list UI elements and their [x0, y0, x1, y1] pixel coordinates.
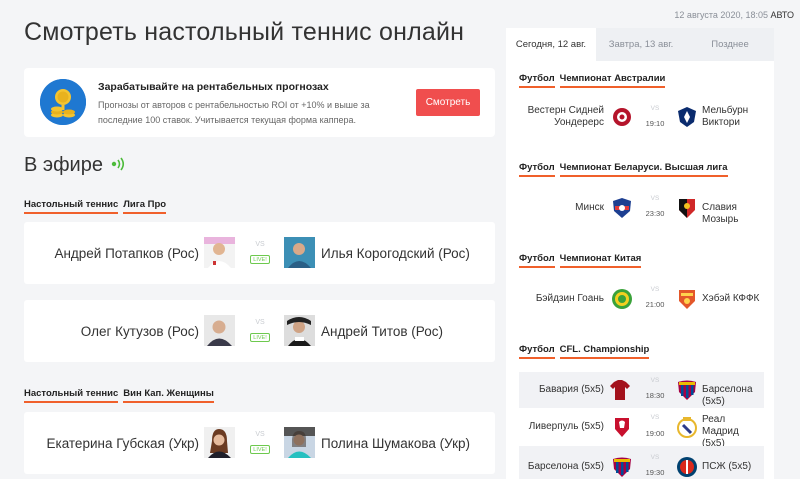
away-team-name[interactable]: Славия Мозырь	[702, 202, 764, 226]
coins-trophy-icon	[40, 79, 86, 125]
tab-tomorrow[interactable]: Завтра, 13 авг.	[596, 28, 686, 61]
live-category-2: Настольный теннис Вин Кап. Женщины	[24, 388, 219, 403]
vs-label: VS	[255, 241, 265, 248]
player-left-name[interactable]: Екатерина Губская (Укр)	[46, 436, 199, 451]
live-badge: LIVE!	[250, 255, 270, 264]
category-sport[interactable]: Футбол	[519, 162, 555, 177]
category-sport[interactable]: Футбол	[519, 344, 555, 359]
tab-later[interactable]: Позднее	[686, 28, 774, 61]
team-logo-icon	[676, 416, 698, 438]
live-match-row[interactable]: Андрей Потапков (Рос) VS LIVE! Илья Коро…	[24, 222, 495, 284]
category-league[interactable]: Вин Кап. Женщины	[123, 388, 214, 403]
vs-label: VS	[650, 195, 660, 202]
team-logo-icon	[611, 456, 633, 478]
category-sport[interactable]: Футбол	[519, 253, 555, 268]
live-match-row[interactable]: Екатерина Губская (Укр) VS LIVE! Полина …	[24, 412, 495, 474]
team-logo-icon	[611, 197, 633, 219]
promo-banner: Зарабатывайте на рентабельных прогнозах …	[24, 68, 495, 137]
schedule-match-row[interactable]: Минск VS 23:30 Славия Мозырь	[519, 186, 764, 230]
schedule-match-row[interactable]: Бавария (5х5) VS 18:30 Барселона (5х5)	[519, 372, 764, 408]
away-team-name[interactable]: Барселона (5х5)	[702, 384, 764, 408]
player-left-avatar	[204, 237, 235, 268]
vs-label: VS	[650, 414, 660, 421]
home-team-name[interactable]: Бэйдзин Гоань	[536, 293, 604, 305]
schedule-category: Футбол Чемпионат Китая	[519, 253, 646, 268]
category-league[interactable]: Чемпионат Китая	[559, 253, 642, 268]
category-league[interactable]: Лига Про	[123, 199, 167, 214]
date-stamp-date: 12 августа 2020, 18:05	[674, 10, 768, 20]
away-team-name[interactable]: Хэбэй КФФК	[702, 293, 759, 305]
schedule-category: Футбол Чемпионат Австралии	[519, 73, 670, 88]
player-left-name[interactable]: Андрей Потапков (Рос)	[54, 246, 199, 261]
team-logo-icon	[676, 288, 698, 310]
team-logo-icon	[676, 106, 698, 128]
live-badge: LIVE!	[250, 333, 270, 342]
match-time: 19:00	[645, 429, 665, 438]
promo-text: Прогнозы от авторов с рентабельностью RO…	[98, 100, 370, 125]
tab-today[interactable]: Сегодня, 12 авг.	[506, 28, 596, 61]
match-time: 18:30	[645, 391, 665, 400]
category-sport[interactable]: Футбол	[519, 73, 555, 88]
category-league[interactable]: CFL. Championship	[559, 344, 650, 359]
promo-title: Зарабатывайте на рентабельных прогнозах	[98, 81, 329, 93]
schedule-match-row[interactable]: Вестерн Сидней Уондерерс VS 19:10 Мельбу…	[519, 96, 764, 140]
home-team-name[interactable]: Барселона (5х5)	[528, 461, 604, 473]
away-team-name[interactable]: ПСЖ (5х5)	[702, 461, 751, 473]
category-sport[interactable]: Настольный теннис	[24, 388, 119, 403]
live-category-1: Настольный теннис Лига Про	[24, 199, 171, 214]
home-team-name[interactable]: Бавария (5х5)	[539, 384, 604, 396]
match-time: 19:10	[645, 119, 665, 128]
category-league[interactable]: Чемпионат Беларуси. Высшая лига	[559, 162, 728, 177]
team-logo-icon	[611, 416, 633, 438]
team-logo-icon	[611, 106, 633, 128]
live-match-row[interactable]: Олег Кутузов (Рос) VS LIVE! Андрей Титов…	[24, 300, 495, 362]
schedule-match-row[interactable]: Барселона (5х5) VS 19:30 ПСЖ (5х5)	[519, 446, 764, 479]
date-stamp-mode[interactable]: АВТО	[771, 10, 795, 20]
match-time: 23:30	[645, 209, 665, 218]
player-right-name[interactable]: Илья Корогодский (Рос)	[321, 246, 470, 261]
vs-label: VS	[650, 454, 660, 461]
away-team-name[interactable]: Реал Мадрид (5х5)	[702, 414, 764, 450]
schedule-match-row[interactable]: Ливерпуль (5х5) VS 19:00 Реал Мадрид (5х…	[519, 408, 764, 449]
schedule-panel: Сегодня, 12 авг. Завтра, 13 авг. Позднее…	[506, 28, 774, 479]
schedule-category: Футбол CFL. Championship	[519, 344, 654, 359]
live-heading: В эфире	[24, 154, 127, 177]
promo-watch-button[interactable]: Смотреть	[416, 89, 480, 116]
match-time: 19:30	[645, 468, 665, 477]
match-time: 21:00	[645, 300, 665, 309]
date-stamp: 12 августа 2020, 18:05 АВТО	[674, 10, 794, 20]
category-league[interactable]: Чемпионат Австралии	[559, 73, 666, 88]
home-team-name[interactable]: Минск	[575, 202, 604, 214]
page-title: Смотреть настольный теннис онлайн	[24, 18, 465, 46]
schedule-category: Футбол Чемпионат Беларуси. Высшая лига	[519, 162, 733, 177]
player-right-avatar	[284, 237, 315, 268]
day-tabs: Сегодня, 12 авг. Завтра, 13 авг. Позднее	[506, 28, 774, 61]
team-logo-icon	[676, 379, 698, 401]
player-right-avatar	[284, 427, 315, 458]
live-heading-text: В эфире	[24, 154, 103, 176]
player-left-name[interactable]: Олег Кутузов (Рос)	[81, 324, 199, 339]
vs-label: VS	[255, 319, 265, 326]
vs-label: VS	[650, 377, 660, 384]
team-logo-icon	[676, 456, 698, 478]
player-left-avatar	[204, 315, 235, 346]
vs-label: VS	[255, 431, 265, 438]
category-sport[interactable]: Настольный теннис	[24, 199, 119, 214]
vs-label: VS	[650, 286, 660, 293]
live-signal-icon	[111, 154, 127, 177]
player-right-name[interactable]: Полина Шумакова (Укр)	[321, 436, 470, 451]
live-badge: LIVE!	[250, 445, 270, 454]
player-right-name[interactable]: Андрей Титов (Рос)	[321, 324, 443, 339]
home-team-name[interactable]: Ливерпуль (5х5)	[529, 421, 604, 433]
vs-label: VS	[650, 105, 660, 112]
player-right-avatar	[284, 315, 315, 346]
away-team-name[interactable]: Мельбурн Виктори	[702, 105, 764, 129]
team-logo-icon	[609, 379, 631, 401]
player-left-avatar	[204, 427, 235, 458]
team-logo-icon	[611, 288, 633, 310]
schedule-match-row[interactable]: Бэйдзин Гоань VS 21:00 Хэбэй КФФК	[519, 277, 764, 321]
home-team-name[interactable]: Вестерн Сидней Уондерерс	[514, 105, 604, 129]
team-logo-icon	[676, 197, 698, 219]
